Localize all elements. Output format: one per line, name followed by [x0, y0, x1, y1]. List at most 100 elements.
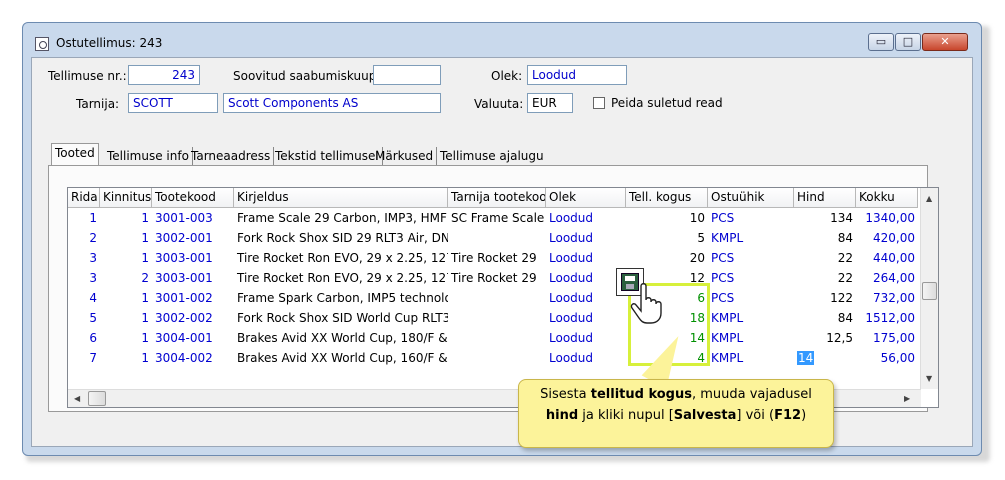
hide-closed-label: Peida suletud read — [611, 96, 723, 110]
column-header[interactable]: Rida — [68, 188, 100, 208]
callout-text: ] või ( — [736, 408, 775, 423]
cell-total: 440,00 — [873, 251, 915, 265]
cell-row-number: 5 — [89, 311, 97, 325]
close-button[interactable]: ✕ — [922, 33, 968, 51]
supplier-code-field[interactable]: SCOTT — [128, 93, 218, 113]
cell-status: Loodud — [549, 331, 593, 345]
cell-total: 420,00 — [873, 231, 915, 245]
vertical-scrollbar[interactable]: ▲ ▼ — [920, 188, 938, 389]
cell-price[interactable]: 22 — [794, 268, 856, 288]
column-header[interactable]: Tell. kogus — [626, 188, 708, 208]
table-row[interactable]: 2 1 3002-001 Fork Rock Shox SID 29 RLT3 Air… — [68, 228, 918, 248]
cell-description: Frame Scale 29 Carbon, IMP3, HMF NE — [237, 211, 448, 225]
cell-row-number: 2 — [89, 231, 97, 245]
cell-row-number: 3 — [89, 251, 97, 265]
table-row[interactable]: 5 1 3002-002 Fork Rock Shox SID World Cup R… — [68, 308, 918, 328]
order-nr-label: Tellimuse nr.: — [48, 69, 127, 83]
status-field[interactable]: Loodud — [527, 65, 627, 85]
cell-product-code: 3004-002 — [155, 351, 213, 365]
cell-purchase-unit: PCS — [711, 291, 735, 305]
cell-confirmation: 1 — [141, 231, 149, 245]
cell-price[interactable]: 22 — [794, 248, 856, 268]
cell-price[interactable]: 84 — [794, 228, 856, 248]
cell-purchase-unit: PCS — [711, 251, 735, 265]
cell-description: Frame Spark Carbon, IMP5 technology, I — [237, 291, 448, 305]
cell-supplier-product-code — [448, 348, 546, 368]
cell-total: 1340,00 — [865, 211, 915, 225]
scroll-up-icon[interactable]: ▲ — [926, 194, 932, 203]
title-bar: Ostutellimus: 243 ▭ □ ✕ — [23, 23, 981, 57]
maximize-button[interactable]: □ — [895, 33, 921, 51]
cell-confirmation: 1 — [141, 251, 149, 265]
hide-closed-checkbox[interactable] — [593, 97, 605, 109]
cell-total: 1512,00 — [865, 311, 915, 325]
column-header[interactable]: Kokku — [856, 188, 918, 208]
column-header[interactable]: Hind — [794, 188, 856, 208]
column-header[interactable]: Ostuühik — [708, 188, 794, 208]
order-nr-field[interactable]: 243 — [128, 65, 200, 85]
cell-price[interactable]: 12,5 — [794, 328, 856, 348]
column-header[interactable]: Olek — [546, 188, 626, 208]
vertical-scroll-thumb[interactable] — [922, 282, 937, 300]
table-row[interactable]: 6 1 3004-001 Brakes Avid XX World Cup, 180/… — [68, 328, 918, 348]
tab-products[interactable]: Tooted — [51, 143, 99, 165]
cell-price[interactable]: 134 — [794, 208, 856, 228]
cell-price[interactable]: 122 — [794, 288, 856, 308]
cell-total: 264,00 — [873, 271, 915, 285]
supplier-name-field[interactable]: Scott Components AS — [223, 93, 441, 113]
arrival-date-field[interactable] — [373, 65, 441, 85]
callout-bold-f12: F12 — [774, 408, 802, 423]
callout-bold-save: Salvesta — [673, 408, 737, 423]
table-row[interactable]: 4 1 3001-002 Frame Spark Carbon, IMP5 techn… — [68, 288, 918, 308]
horizontal-scroll-thumb[interactable] — [88, 391, 106, 406]
tab-order-history[interactable]: Tellimuse ajalugu — [437, 147, 547, 165]
scroll-down-icon[interactable]: ▼ — [926, 374, 932, 383]
cell-purchase-unit: KMPL — [711, 331, 744, 345]
cell-supplier-product-code — [448, 308, 546, 328]
cell-purchase-unit: KMPL — [711, 231, 744, 245]
cell-description: Brakes Avid XX World Cup, 160/F & 160 — [237, 351, 448, 365]
price-edit-input[interactable]: 14 — [797, 351, 815, 365]
tab-delivery-address[interactable]: Tarneaadress — [188, 147, 275, 165]
tab-notes[interactable]: Märkused — [372, 147, 438, 165]
scroll-right-icon[interactable]: ▶ — [904, 394, 910, 403]
table-row[interactable]: 3 1 3003-001 Tire Rocket Ron EVO, 29 x 2.25… — [68, 248, 918, 268]
cell-price[interactable]: 14 — [794, 348, 856, 368]
cell-confirmation: 1 — [141, 331, 149, 345]
tab-order-info[interactable]: Tellimuse info — [104, 147, 193, 165]
cell-product-code: 3003-001 — [155, 251, 213, 265]
cell-status: Loodud — [549, 211, 593, 225]
cell-description: Fork Rock Shox SID World Cup RLT3 A — [237, 311, 448, 325]
column-header[interactable]: Kinnitus — [100, 188, 152, 208]
column-header[interactable]: Kirjeldus — [234, 188, 448, 208]
cell-supplier-product-code: Tire Rocket 29 — [451, 271, 537, 285]
cell-order-quantity[interactable]: 20 — [626, 248, 708, 268]
cell-total: 56,00 — [880, 351, 915, 365]
cell-status: Loodud — [549, 231, 593, 245]
cell-order-quantity[interactable]: 10 — [626, 208, 708, 228]
tab-order-texts[interactable]: Tekstid tellimusel — [272, 147, 383, 165]
callout-bold-quantity: tellitud kogus — [590, 387, 692, 402]
currency-field[interactable]: EUR — [527, 93, 573, 113]
cell-order-quantity[interactable]: 5 — [626, 228, 708, 248]
cell-status: Loodud — [549, 251, 593, 265]
cell-confirmation: 2 — [141, 271, 149, 285]
cell-status: Loodud — [549, 311, 593, 325]
cell-price[interactable]: 84 — [794, 308, 856, 328]
window-title: Ostutellimus: 243 — [56, 36, 163, 50]
cell-product-code: 3004-001 — [155, 331, 213, 345]
column-header[interactable]: Tarnija tootekood — [448, 188, 546, 208]
callout-bold-price: hind — [545, 408, 579, 423]
cell-total: 732,00 — [873, 291, 915, 305]
table-row[interactable]: 7 1 3004-002 Brakes Avid XX World Cup, 160/… — [68, 348, 918, 368]
minimize-button[interactable]: ▭ — [868, 33, 894, 51]
table-row[interactable]: 1 1 3001-003 Frame Scale 29 Carbon, IMP3, H… — [68, 208, 918, 228]
hand-pointer-icon — [630, 283, 662, 324]
table-row[interactable]: 3 2 3003-001 Tire Rocket Ron EVO, 29 x 2.25… — [68, 268, 918, 288]
cell-purchase-unit: KMPL — [711, 311, 744, 325]
scroll-left-icon[interactable]: ◀ — [74, 394, 80, 403]
cell-row-number: 3 — [89, 271, 97, 285]
cell-status: Loodud — [549, 291, 593, 305]
column-header[interactable]: Tootekood — [152, 188, 234, 208]
cell-supplier-product-code — [448, 228, 546, 248]
